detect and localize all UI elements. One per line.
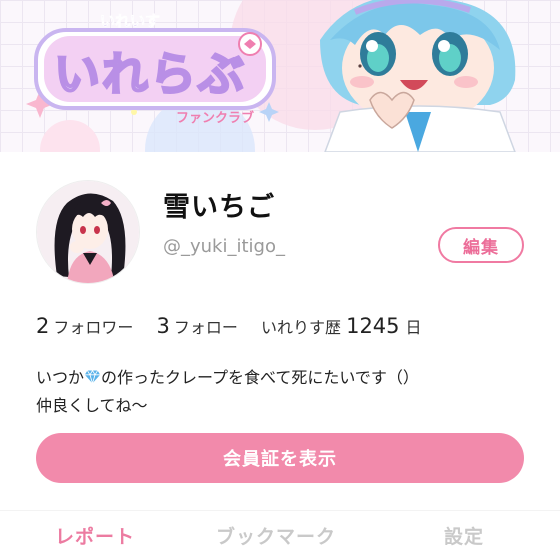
- avatar[interactable]: [36, 180, 140, 284]
- bio-line-1: いつか の作ったクレープを食べて死にたいです（）: [36, 368, 419, 387]
- following-stat[interactable]: 3 フォロー: [156, 314, 242, 338]
- history-unit: 日: [405, 318, 422, 337]
- banner: いれいす いれらぶ ファンクラブ: [0, 0, 560, 152]
- history-label: いれりす歴: [260, 318, 341, 337]
- tab-settings[interactable]: 設定: [444, 522, 484, 549]
- followers-count: 2: [36, 314, 50, 338]
- profile-stats: 2 フォロワー 3 フォロー いれりす歴 1245 日: [36, 314, 440, 338]
- svg-text:ファンクラブ: ファンクラブ: [176, 110, 254, 126]
- user-id: @_yuki_itigo_: [163, 236, 285, 257]
- history-stat: いれりす歴 1245 日: [260, 314, 422, 338]
- show-membership-card-button[interactable]: 会員証を表示: [36, 433, 524, 483]
- following-count: 3: [156, 314, 170, 338]
- fanclub-logo: いれいす いれらぶ ファンクラブ: [26, 12, 279, 126]
- svg-text:いれいす: いれいす: [100, 12, 160, 30]
- edit-profile-button[interactable]: 編集: [438, 227, 524, 263]
- mascot-illustration: [320, 0, 516, 152]
- tab-report[interactable]: レポート: [55, 522, 135, 549]
- avatar-illustration: [37, 181, 139, 283]
- followers-stat[interactable]: 2 フォロワー: [36, 314, 138, 338]
- svg-text:いれらぶ: いれらぶ: [54, 47, 246, 101]
- followers-label: フォロワー: [53, 318, 134, 337]
- display-name: 雪いちご: [163, 192, 275, 223]
- history-days: 1245: [346, 314, 400, 338]
- following-label: フォロー: [173, 318, 238, 337]
- profile-tabs: レポート ブックマーク 設定: [0, 510, 560, 560]
- profile-bio: いつか の作ったクレープを食べて死にたいです（） 仲良くしてね〜: [36, 364, 419, 420]
- bio-line-2: 仲良くしてね〜: [36, 396, 148, 415]
- tabs-divider: [0, 510, 560, 511]
- tab-bookmark[interactable]: ブックマーク: [216, 522, 336, 549]
- gem-icon: [84, 369, 101, 385]
